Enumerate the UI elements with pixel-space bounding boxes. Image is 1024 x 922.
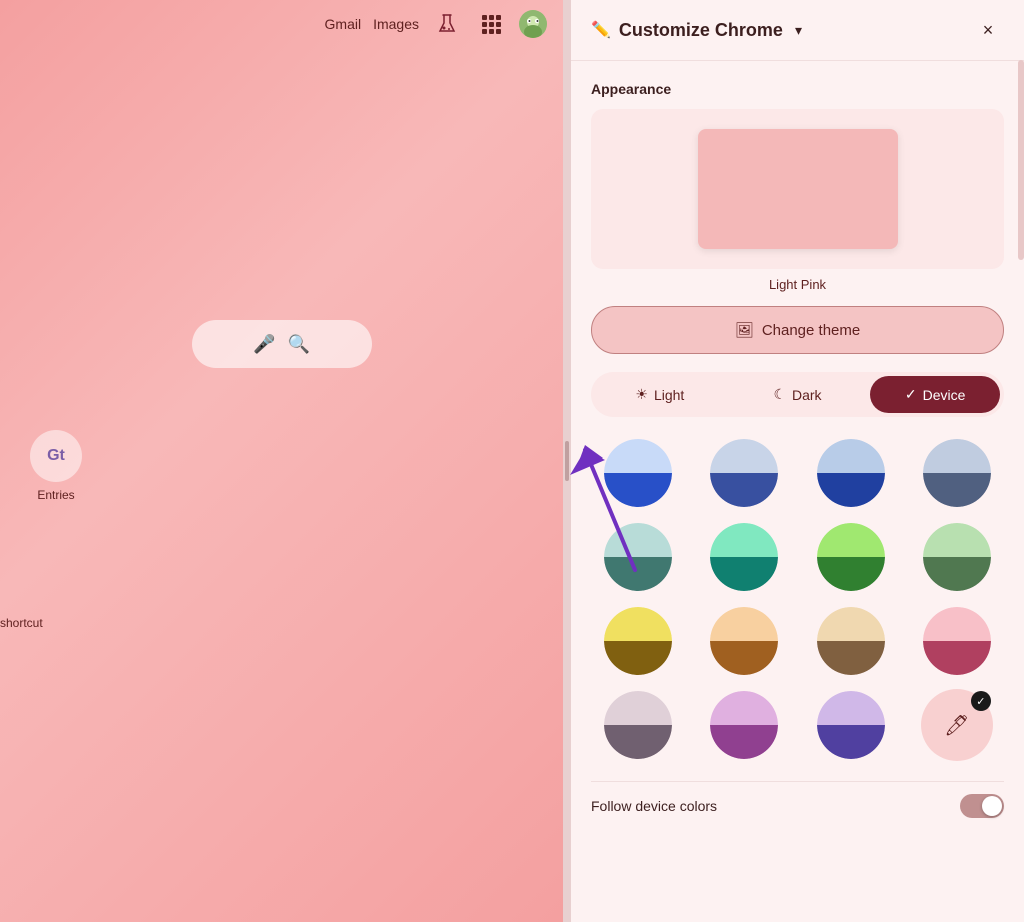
color-slate-blue[interactable]: [708, 437, 780, 509]
panel-dropdown-button[interactable]: ▾: [795, 22, 802, 39]
add-shortcut-label: shortcut: [0, 616, 43, 630]
color-purple[interactable]: [708, 689, 780, 761]
mode-device-button[interactable]: ✓ Device: [870, 376, 1000, 413]
color-teal-green[interactable]: [602, 521, 674, 593]
apps-grid-icon: [482, 15, 501, 34]
panel-title: Customize Chrome: [619, 20, 783, 41]
mode-dark-label: Dark: [792, 387, 822, 403]
color-peach[interactable]: [708, 605, 780, 677]
mode-light-button[interactable]: ☀ Light: [595, 376, 725, 413]
color-yellow[interactable]: [602, 605, 674, 677]
color-steel-blue[interactable]: [921, 437, 993, 509]
moon-icon: ☾: [773, 386, 786, 403]
color-navy-blue[interactable]: [815, 437, 887, 509]
shortcut-item[interactable]: Gt Entries: [30, 430, 82, 502]
change-theme-icon: 🖼: [735, 321, 754, 339]
dropper-icon: 🖊: [944, 713, 969, 738]
toggle-knob: [982, 796, 1002, 816]
color-grid: 🖊 ✓: [591, 437, 1004, 761]
sun-icon: ☀: [635, 386, 648, 403]
theme-mode-row: ☀ Light ☾ Dark ✓ Device: [591, 372, 1004, 417]
theme-preview-container: [591, 109, 1004, 269]
theme-preview-card: [698, 129, 898, 249]
images-link[interactable]: Images: [373, 16, 419, 32]
appearance-label: Appearance: [591, 81, 1004, 97]
picker-check-badge: ✓: [971, 691, 991, 711]
panel-divider[interactable]: [563, 0, 571, 922]
panel-header: ✏️ Customize Chrome ▾ ×: [571, 0, 1024, 61]
divider-handle: [565, 441, 569, 481]
follow-colors-label: Follow device colors: [591, 798, 717, 814]
mode-light-label: Light: [654, 387, 684, 403]
ntp-background: Gmail Images: [0, 0, 563, 922]
ntp-topbar: Gmail Images: [0, 0, 563, 48]
edit-icon: ✏️: [591, 20, 611, 40]
color-emerald[interactable]: [708, 521, 780, 593]
follow-colors-row: Follow device colors: [591, 781, 1004, 830]
mode-device-label: Device: [923, 387, 966, 403]
gmail-link[interactable]: Gmail: [325, 16, 362, 32]
search-bar[interactable]: 🎤 🔍: [192, 320, 372, 368]
change-theme-label: Change theme: [762, 322, 860, 339]
color-rose[interactable]: [921, 605, 993, 677]
shortcut-label: Entries: [37, 488, 74, 502]
theme-name: Light Pink: [591, 277, 1004, 292]
color-blue-light[interactable]: [602, 437, 674, 509]
color-custom-picker[interactable]: 🖊 ✓: [921, 689, 993, 761]
avatar[interactable]: [519, 10, 547, 38]
apps-grid-button[interactable]: [475, 8, 507, 40]
color-sage[interactable]: [921, 521, 993, 593]
change-theme-button[interactable]: 🖼 Change theme: [591, 306, 1004, 354]
check-icon: ✓: [905, 386, 917, 403]
panel-content: Appearance Light Pink 🖼 Change theme ☀ L…: [571, 61, 1024, 922]
mode-dark-button[interactable]: ☾ Dark: [733, 376, 863, 413]
panel-title-area: ✏️ Customize Chrome ▾: [591, 20, 802, 41]
shortcut-area: Gt Entries: [30, 430, 82, 502]
panel-scrollbar[interactable]: [1018, 60, 1024, 260]
lab-icon-btn[interactable]: [431, 8, 463, 40]
color-green[interactable]: [815, 521, 887, 593]
lens-icon: 🔍: [288, 334, 310, 355]
shortcut-icon: Gt: [30, 430, 82, 482]
color-lavender[interactable]: [815, 689, 887, 761]
search-bar-area: 🎤 🔍: [192, 320, 372, 368]
panel-close-button[interactable]: ×: [972, 14, 1004, 46]
customize-panel: ✏️ Customize Chrome ▾ × Appearance Light…: [571, 0, 1024, 922]
mic-icon: 🎤: [253, 334, 275, 355]
color-sand[interactable]: [815, 605, 887, 677]
color-mauve[interactable]: [602, 689, 674, 761]
follow-colors-toggle[interactable]: [960, 794, 1004, 818]
